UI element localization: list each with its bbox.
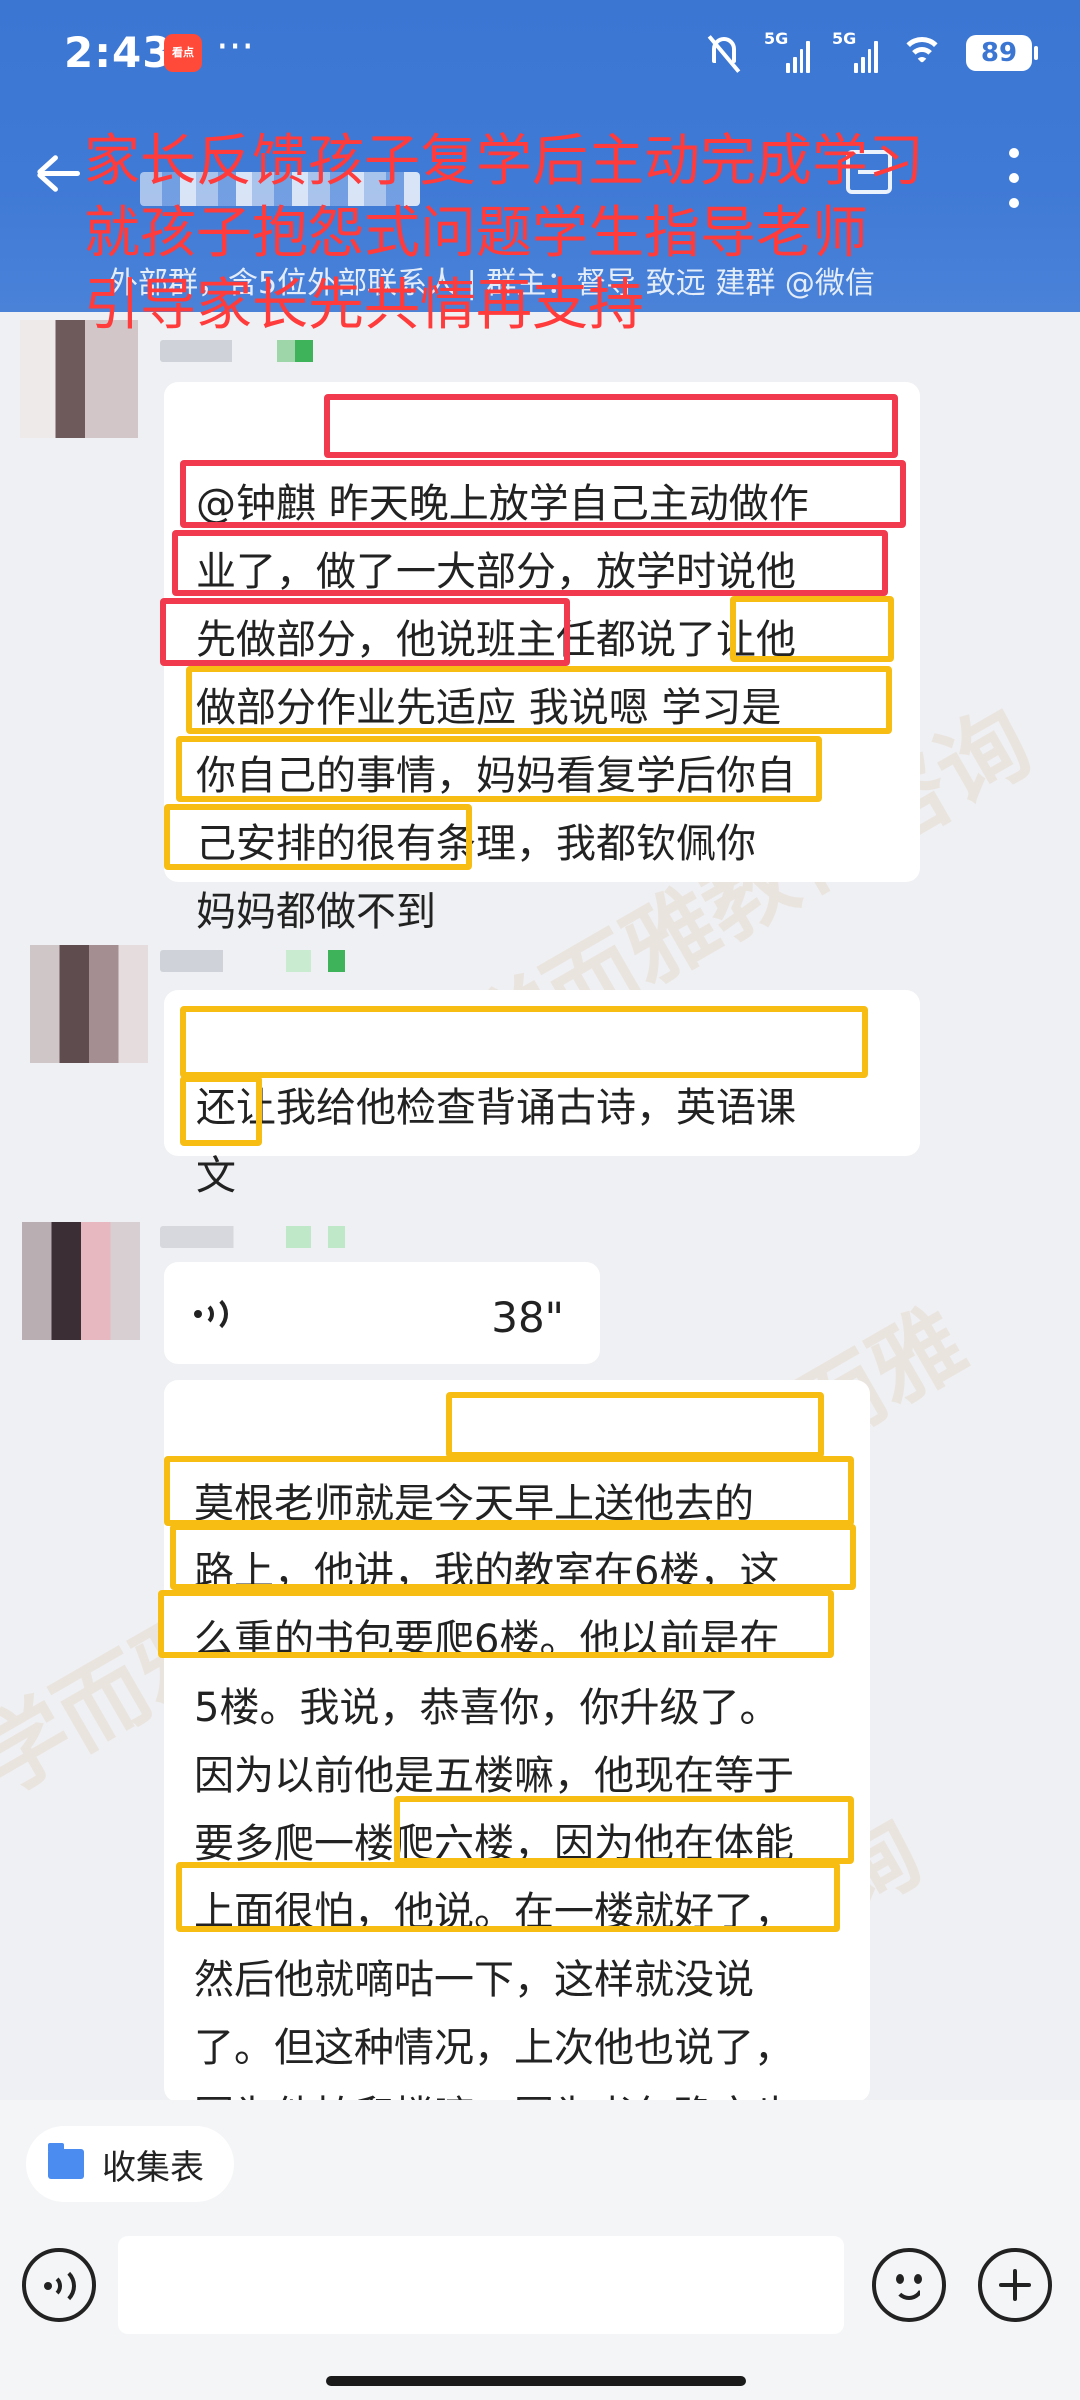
status-time: 2:43: [64, 28, 173, 77]
avatar[interactable]: [30, 945, 148, 1063]
voice-input-toggle-icon[interactable]: [22, 2248, 96, 2322]
battery-icon: 89: [966, 35, 1038, 71]
sender-name-blurred: [160, 950, 370, 972]
status-icons: 5G 5G 89: [706, 29, 1038, 76]
back-arrow-icon[interactable]: [36, 150, 82, 196]
network-type-label: 5G: [764, 29, 789, 48]
annotation-caption: 家长反馈孩子复学后主动完成学习 就孩子抱怨式问题学生指导老师 引导家长先共情再支…: [84, 129, 924, 338]
avatar[interactable]: [22, 1222, 140, 1340]
message-text: 还让我给他检查背诵古诗，英语课 文: [196, 1085, 796, 1199]
voice-icon: [192, 1294, 232, 1334]
signal-icon: 5G: [764, 29, 810, 73]
message-text: @钟麒 昨天晚上放学自己主动做作 业了，做了一大部分，放学时说他 先做部分，他说…: [196, 481, 809, 935]
app-notification-icon: 看点: [164, 34, 202, 72]
status-bar: 2:43 看点 ··· 5G 5G 89: [0, 0, 1080, 110]
network-type-label: 5G: [832, 29, 857, 48]
message-bubble[interactable]: 还让我给他检查背诵古诗，英语课 文: [164, 990, 920, 1199]
message-input[interactable]: [118, 2236, 844, 2334]
emoji-icon[interactable]: [872, 2248, 946, 2322]
home-indicator[interactable]: [326, 2376, 746, 2386]
sender-name-blurred: [160, 340, 340, 362]
folder-icon: [48, 2143, 84, 2179]
wifi-icon: [900, 35, 944, 71]
voice-duration: 38": [491, 1293, 564, 1342]
bell-off-icon: [706, 33, 742, 73]
status-more-icon: ···: [216, 24, 255, 70]
message-bubble[interactable]: 莫根老师就是今天早上送他去的 路上，他讲，我的教室在6楼，这 么重的书包要爬6楼…: [164, 1380, 870, 2102]
chip-label: 收集表: [102, 2147, 204, 2188]
form-chip-button[interactable]: 收集表: [26, 2126, 234, 2202]
signal-icon: 5G: [832, 29, 878, 73]
plus-icon[interactable]: [978, 2248, 1052, 2322]
message-bubble[interactable]: @钟麒 昨天晚上放学自己主动做作 业了，做了一大部分，放学时说他 先做部分，他说…: [164, 382, 920, 935]
sender-name-blurred: [160, 1226, 370, 1248]
voice-message-bubble[interactable]: 38": [164, 1262, 600, 1364]
message-text: 莫根老师就是今天早上送他去的 路上，他讲，我的教室在6楼，这 么重的书包要爬6楼…: [194, 1481, 794, 2102]
